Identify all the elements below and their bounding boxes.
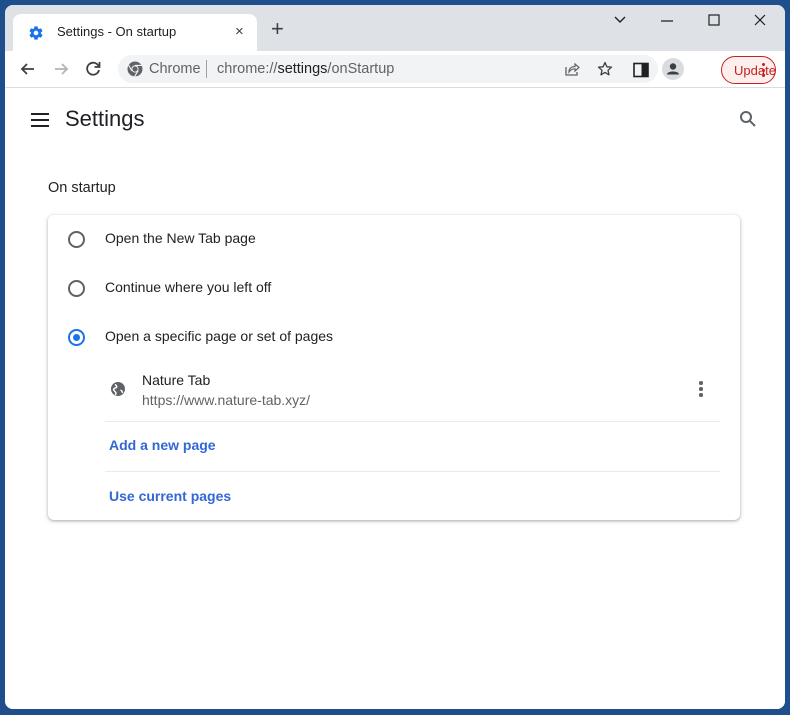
more-actions-icon[interactable]	[699, 381, 703, 399]
chrome-icon	[127, 61, 143, 77]
tab-search-icon[interactable]	[613, 15, 627, 25]
radio-option-specific-pages[interactable]: Open a specific page or set of pages	[48, 317, 740, 357]
tab-close-icon[interactable]: ×	[235, 23, 244, 41]
radio-label: Continue where you left off	[105, 279, 272, 295]
radio-option-new-tab[interactable]: Open the New Tab page	[48, 219, 740, 259]
gear-icon	[29, 26, 43, 40]
site-chip-label: Chrome	[149, 61, 201, 77]
back-icon[interactable]	[17, 58, 39, 80]
tab-title: Settings - On startup	[57, 24, 177, 39]
maximize-icon[interactable]	[708, 14, 720, 26]
forward-icon[interactable]	[50, 58, 72, 80]
reload-icon[interactable]	[82, 58, 104, 80]
menu-dots-icon[interactable]	[762, 63, 766, 80]
tab-settings[interactable]: Settings - On startup ×	[13, 14, 257, 51]
on-startup-card: Open the New Tab page Continue where you…	[48, 215, 740, 520]
share-icon[interactable]	[564, 61, 580, 77]
search-icon[interactable]	[739, 110, 757, 128]
globe-icon	[111, 382, 125, 396]
update-button[interactable]: Update	[721, 56, 776, 84]
radio-option-continue[interactable]: Continue where you left off	[48, 268, 740, 308]
settings-page: Settings On startup Open the New Tab pag…	[5, 88, 785, 709]
omnibox-separator	[206, 60, 207, 78]
url-text[interactable]: chrome://settings/onStartup	[217, 61, 394, 77]
use-current-pages-link[interactable]: Use current pages	[109, 488, 231, 504]
url-prefix: chrome://	[217, 61, 278, 77]
use-current-row: Use current pages	[105, 472, 720, 522]
startup-page-url: https://www.nature-tab.xyz/	[142, 392, 311, 408]
add-new-page-link[interactable]: Add a new page	[109, 437, 216, 453]
hamburger-menu-icon[interactable]	[31, 113, 49, 127]
radio-label: Open a specific page or set of pages	[105, 328, 334, 344]
url-host: settings	[277, 61, 328, 77]
minimize-icon[interactable]	[660, 19, 674, 23]
startup-page-name: Nature Tab	[142, 372, 211, 388]
radio-button[interactable]	[68, 231, 85, 248]
section-title: On startup	[48, 180, 116, 196]
toolbar: Chrome chrome://settings/onStartup	[5, 51, 785, 88]
radio-button[interactable]	[68, 280, 85, 297]
radio-button-checked[interactable]	[68, 329, 85, 346]
browser-window: Settings - On startup × + Chrome chrome:…	[5, 5, 785, 709]
startup-page-entry: Nature Tab https://www.nature-tab.xyz/	[105, 367, 720, 422]
radio-label: Open the New Tab page	[105, 230, 256, 246]
profile-avatar-icon[interactable]	[662, 58, 684, 80]
tab-strip: Settings - On startup × +	[5, 5, 785, 51]
address-bar[interactable]: Chrome chrome://settings/onStartup	[118, 55, 658, 83]
new-tab-button[interactable]: +	[271, 18, 284, 40]
update-label: Update	[734, 63, 776, 78]
bookmark-star-icon[interactable]	[597, 61, 613, 77]
close-window-icon[interactable]	[754, 14, 766, 26]
add-page-row: Add a new page	[105, 421, 720, 472]
page-title: Settings	[65, 106, 145, 131]
side-panel-icon[interactable]	[633, 62, 649, 78]
url-path: /onStartup	[327, 61, 395, 77]
